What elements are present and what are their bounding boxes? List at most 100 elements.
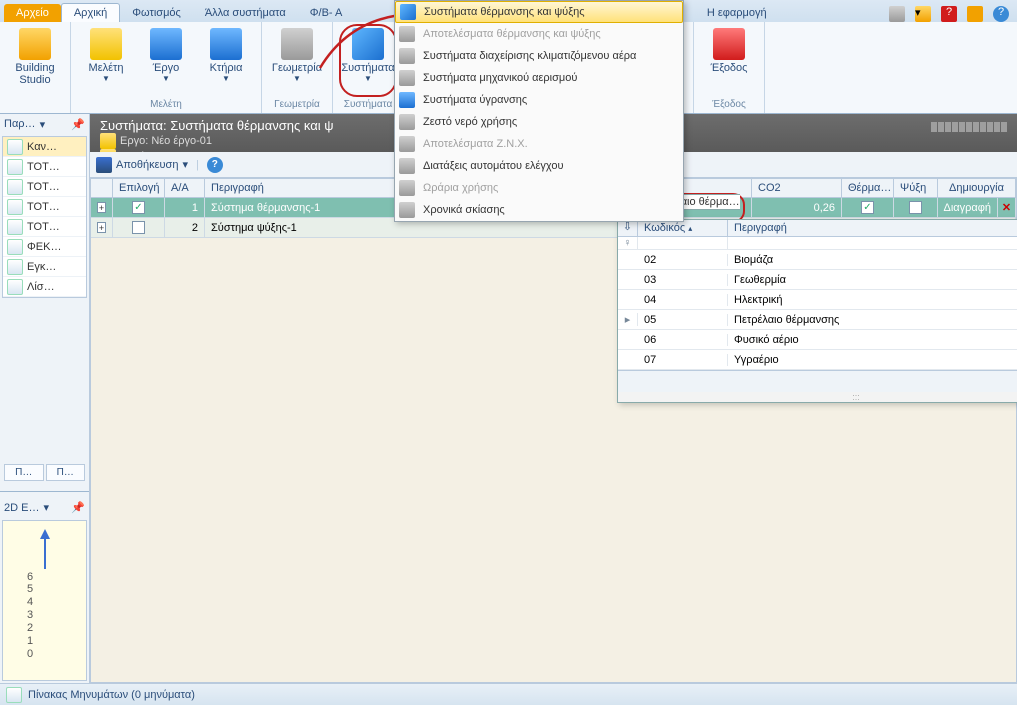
dd-cell-code: 06: [638, 334, 728, 346]
menu-item: Αποτελέσματα Ζ.Ν.Χ.: [395, 133, 683, 155]
dd-cell-desc: Γεωθερμία: [728, 274, 1017, 286]
dd-cell-code: 03: [638, 274, 728, 286]
menu-item-icon: [399, 114, 415, 130]
ribbon-label: Μελέτη: [89, 62, 124, 74]
rail-item[interactable]: Λίσ…: [3, 277, 86, 297]
fuel-dropdown[interactable]: ⇩ Κωδικός ▴ Περιγραφή ♀ 02Βιομάζα03Γεωθε…: [617, 219, 1017, 403]
menu-item[interactable]: Συστήματα ύγρανσης: [395, 89, 683, 111]
menu-item-icon: [399, 158, 415, 174]
ribbon-label: Έργο: [153, 62, 180, 74]
pin-icon[interactable]: 📌: [71, 501, 85, 514]
dd-row[interactable]: 03Γεωθερμία: [618, 270, 1017, 290]
cell-delete[interactable]: Διαγραφή: [938, 198, 998, 217]
dd-row[interactable]: ▸05Πετρέλαιο θέρμανσης: [618, 310, 1017, 330]
menu-item[interactable]: Συστήματα θέρμανσης και ψύξης: [395, 1, 683, 23]
tab-lighting[interactable]: Φωτισμός: [120, 4, 193, 22]
messages-icon[interactable]: [6, 687, 22, 703]
grid: Επιλογή Α/Α Περιγραφή CO2 Θέρμα… Ψύξη Δη…: [90, 178, 1017, 683]
cell-aa: 1: [165, 198, 205, 217]
rail-item-label: Εγκ…: [27, 261, 56, 273]
ribbon-icon: [210, 28, 242, 60]
ruler-2d[interactable]: 6543210: [2, 520, 87, 682]
chevron-down-icon[interactable]: ▾: [40, 118, 46, 131]
col-heat[interactable]: Θέρμα…: [842, 179, 894, 197]
dd-row[interactable]: 07Υγραέριο: [618, 350, 1017, 370]
mini-tab-2[interactable]: Π…: [46, 464, 86, 481]
rail-item-label: TOT…: [27, 221, 60, 233]
rail-item[interactable]: ΦΕΚ…: [3, 237, 86, 257]
doc-icon: [7, 279, 23, 295]
tab-other-systems[interactable]: Άλλα συστήματα: [193, 4, 298, 22]
ribbon-building-studio[interactable]: Building Studio: [6, 24, 64, 108]
menu-item-icon: [400, 4, 416, 20]
menu-item-label: Συστήματα μηχανικού αερισμού: [423, 72, 577, 84]
menu-item-icon: [399, 180, 415, 196]
refresh-icon[interactable]: [889, 6, 905, 22]
systems-dropdown-menu[interactable]: Συστήματα θέρμανσης και ψύξης Αποτελέσματ…: [394, 0, 684, 222]
mini-tab-1[interactable]: Π…: [4, 464, 44, 481]
dd-cell-desc: Πετρέλαιο θέρμανσης: [728, 314, 1017, 326]
ribbon-έξοδος[interactable]: Έξοδος: [700, 24, 758, 97]
expand-icon[interactable]: +: [97, 202, 106, 213]
rail-item[interactable]: TOT…: [3, 157, 86, 177]
rail-item[interactable]: TOT…: [3, 177, 86, 197]
save-button[interactable]: Αποθήκευση ▾: [96, 157, 188, 173]
rail-item[interactable]: Καν…: [3, 137, 86, 157]
dd-col-code[interactable]: Κωδικός ▴: [638, 220, 728, 236]
ribbon-συστήματα[interactable]: Συστήματα▼: [339, 24, 397, 97]
help-button[interactable]: ?: [207, 157, 223, 173]
cool-checkbox[interactable]: [909, 201, 922, 214]
status-text[interactable]: Πίνακας Μηνυμάτων (0 μηνύματα): [28, 689, 195, 701]
tab-file[interactable]: Αρχείο: [4, 4, 61, 22]
menu-item[interactable]: Διατάξεις αυτομάτου ελέγχου: [395, 155, 683, 177]
col-co2[interactable]: CO2: [752, 179, 842, 197]
chevron-down-icon: ▼: [293, 74, 301, 83]
expand-icon[interactable]: +: [97, 222, 106, 233]
tab-pv[interactable]: Φ/Β- Α: [298, 4, 355, 22]
rail-item[interactable]: Εγκ…: [3, 257, 86, 277]
ribbon-γεωμετρία[interactable]: Γεωμετρία▼: [268, 24, 326, 97]
menu-item[interactable]: Ζεστό νερό χρήσης: [395, 111, 683, 133]
col-cool[interactable]: Ψύξη: [894, 179, 938, 197]
col-select[interactable]: Επιλογή: [113, 179, 165, 197]
dd-row[interactable]: 02Βιομάζα: [618, 250, 1017, 270]
row-checkbox[interactable]: ✓: [132, 201, 145, 214]
dd-col-desc[interactable]: Περιγραφή: [728, 220, 1017, 236]
menu-item[interactable]: Συστήματα διαχείρισης κλιματιζόμενου αέρ…: [395, 45, 683, 67]
col-create[interactable]: Δημιουργία: [938, 179, 1016, 197]
menu-item-icon: [399, 48, 415, 64]
dd-row[interactable]: 04Ηλεκτρική: [618, 290, 1017, 310]
chevron-down-icon: ▼: [102, 74, 110, 83]
rail-item[interactable]: TOT…: [3, 197, 86, 217]
chevron-down-icon[interactable]: ▾: [182, 158, 188, 171]
dd-resize-handle[interactable]: :::: [618, 392, 1017, 402]
heat-checkbox[interactable]: ✓: [861, 201, 874, 214]
gear-icon[interactable]: ▾: [915, 6, 931, 22]
menu-item-icon: [399, 202, 415, 218]
cell-aa: 2: [165, 218, 205, 237]
ribbon-κτήρια[interactable]: Κτήρια▼: [197, 24, 255, 97]
dd-row[interactable]: 06Φυσικό αέριο: [618, 330, 1017, 350]
dd-cell-code: 02: [638, 254, 728, 266]
ribbon-μελέτη[interactable]: Μελέτη▼: [77, 24, 135, 97]
delete-icon[interactable]: ✕: [998, 198, 1016, 217]
help-icon[interactable]: ?: [941, 6, 957, 22]
info-icon[interactable]: ?: [993, 6, 1009, 22]
dd-filter-icon[interactable]: ♀: [618, 237, 638, 249]
rail-item-label: TOT…: [27, 161, 60, 173]
tab-home[interactable]: Αρχική: [61, 3, 120, 22]
rail-item-label: Καν…: [27, 141, 57, 153]
menu-item[interactable]: Συστήματα μηχανικού αερισμού: [395, 67, 683, 89]
menu-item[interactable]: Χρονικά σκίασης: [395, 199, 683, 221]
rss-icon[interactable]: [967, 6, 983, 22]
tab-app[interactable]: Η εφαρμογή: [695, 4, 779, 22]
pin-icon[interactable]: 📌: [71, 118, 85, 131]
ribbon-έργο[interactable]: Έργο▼: [137, 24, 195, 97]
row-checkbox[interactable]: [132, 221, 145, 234]
doc-icon: [7, 259, 23, 275]
col-aa[interactable]: Α/Α: [165, 179, 205, 197]
ribbon-icon: [281, 28, 313, 60]
chevron-down-icon[interactable]: ▾: [43, 501, 49, 514]
doc-icon: [7, 179, 23, 195]
rail-item[interactable]: TOT…: [3, 217, 86, 237]
